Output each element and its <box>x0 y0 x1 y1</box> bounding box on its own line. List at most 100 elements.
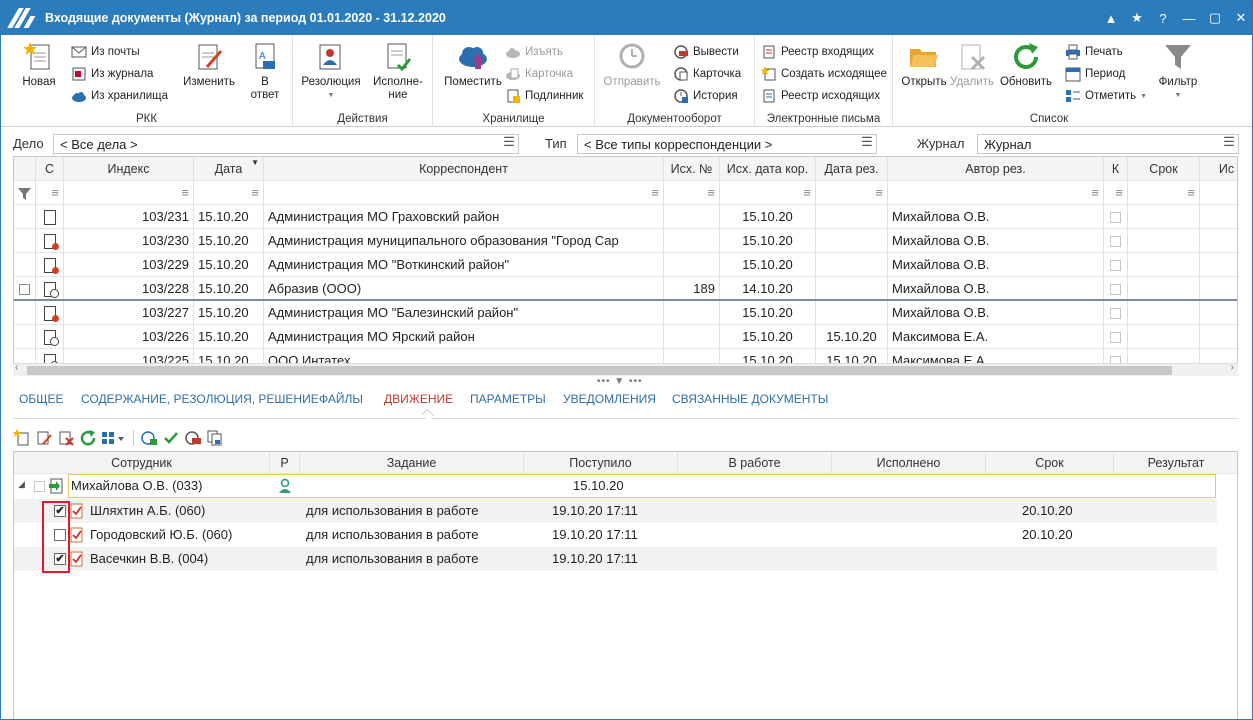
table-row[interactable]: 103/230 15.10.20 Администрация муниципальн… <box>14 229 1237 253</box>
filter-cell-date[interactable]: ≡ <box>194 181 264 204</box>
col-r[interactable]: Р <box>270 452 300 473</box>
type-select[interactable]: < Все типы корреспонденции > <box>577 134 877 154</box>
filter-row-funnel-icon[interactable] <box>14 181 36 204</box>
copy-task-icon[interactable] <box>206 429 224 447</box>
withdraw-button[interactable]: Вывести <box>673 43 739 61</box>
filter-cell-out-date[interactable]: ≡ <box>720 181 816 204</box>
filter-cell-executor[interactable]: ≡ <box>1200 181 1237 204</box>
table-row[interactable]: 103/229 15.10.20 Администрация МО "Воткинс… <box>14 253 1237 277</box>
k-checkbox[interactable] <box>1110 260 1121 272</box>
filter-cell-status[interactable]: ≡ <box>36 181 64 204</box>
filter-cell-res-date[interactable]: ≡ <box>816 181 888 204</box>
k-checkbox[interactable] <box>1110 308 1121 320</box>
type-menu-icon[interactable]: ☰ <box>858 134 876 154</box>
col-result[interactable]: Результат <box>1114 452 1237 473</box>
col-date[interactable]: Дата ▼ <box>194 157 264 180</box>
k-checkbox[interactable] <box>1110 212 1121 224</box>
list-item[interactable]: ✔ Шляхтин А.Б. (060) для использования в р… <box>14 499 1217 523</box>
help-icon[interactable]: ? <box>1150 1 1176 35</box>
parent-checkbox[interactable] <box>34 481 45 492</box>
new-button[interactable]: Новая <box>19 41 59 89</box>
edit-button[interactable]: Изменить <box>181 41 237 89</box>
table-row[interactable]: 103/226 15.10.20 Администрация МО Ярский р… <box>14 325 1237 349</box>
k-checkbox[interactable] <box>1110 236 1121 248</box>
col-out-no[interactable]: Исх. № <box>664 157 720 180</box>
scroll-left-icon[interactable]: ‹ <box>15 362 18 373</box>
delete-task-icon[interactable] <box>57 429 75 447</box>
col-res-date[interactable]: Дата рез. <box>816 157 888 180</box>
col-status[interactable]: С <box>36 157 64 180</box>
open-button[interactable]: Открыть <box>899 41 949 89</box>
favorite-icon[interactable]: ★ <box>1124 1 1150 35</box>
delete-button[interactable]: Удалить <box>949 41 995 89</box>
registry-out-button[interactable]: Реестр исходящих <box>761 87 880 105</box>
view-mode-icon[interactable] <box>101 429 127 447</box>
resolution-button[interactable]: Резолюция ▼ <box>299 41 363 102</box>
registry-in-button[interactable]: Реестр входящих <box>761 43 874 61</box>
col-received[interactable]: Поступило <box>524 452 678 473</box>
panel-splitter-handle[interactable]: ••• ▼ ••• <box>597 376 642 387</box>
col-correspondent[interactable]: Корреспондент <box>264 157 664 180</box>
place-button[interactable]: Поместить <box>441 41 505 89</box>
add-task-icon[interactable] <box>13 429 31 447</box>
movement-parent-row[interactable]: ◢ Михайлова О.В. (033) 15.10.20 <box>14 474 1237 499</box>
table-row[interactable]: 103/231 15.10.20 Администрация МО Граховск… <box>14 205 1237 229</box>
to-answer-button[interactable]: A В ответ <box>247 41 283 102</box>
tab-content[interactable]: СОДЕРЖАНИЕ, РЕЗОЛЮЦИЯ, РЕШЕНИЕ <box>81 392 319 406</box>
mark-button[interactable]: Отметить ▼ <box>1065 87 1147 105</box>
filter-button[interactable]: Фильтр ▼ <box>1155 41 1201 102</box>
minimize-button[interactable]: — <box>1176 1 1202 35</box>
execute-task-check-icon[interactable] <box>162 429 180 447</box>
filter-cell-out-no[interactable]: ≡ <box>664 181 720 204</box>
from-mail-button[interactable]: Из почты <box>71 43 140 61</box>
collapse-ribbon-icon[interactable]: ▲ <box>1098 1 1124 35</box>
tab-parameters[interactable]: ПАРАМЕТРЫ <box>470 392 546 406</box>
tab-notifications[interactable]: УВЕДОМЛЕНИЯ <box>563 392 656 406</box>
case-menu-icon[interactable]: ☰ <box>500 134 518 154</box>
col-executor[interactable]: Ис <box>1200 157 1237 180</box>
filter-cell-index[interactable]: ≡ <box>64 181 194 204</box>
from-journal-button[interactable]: Из журнала <box>71 65 153 83</box>
maximize-button[interactable]: ▢ <box>1202 1 1228 35</box>
print-button[interactable]: Печать <box>1065 43 1123 61</box>
extract-button[interactable]: Изъять <box>505 43 563 61</box>
col-mv-deadline[interactable]: Срок <box>986 452 1114 473</box>
row-checkbox[interactable] <box>19 284 30 296</box>
col-in-work[interactable]: В работе <box>678 452 832 473</box>
col-executed[interactable]: Исполнено <box>832 452 986 473</box>
col-employee[interactable]: Сотрудник <box>14 452 270 473</box>
horizontal-scrollbar[interactable]: ‹ › <box>13 362 1238 376</box>
refresh-tasks-icon[interactable] <box>79 429 97 447</box>
close-button[interactable]: ✕ <box>1228 1 1252 35</box>
journal-menu-icon[interactable]: ☰ <box>1220 134 1238 154</box>
tab-related-documents[interactable]: СВЯЗАННЫЕ ДОКУМЕНТЫ <box>672 392 828 406</box>
col-deadline[interactable]: Срок <box>1128 157 1200 180</box>
table-row[interactable]: 103/228 15.10.20 Абразив (ООО) 189 14.10.20 М… <box>14 277 1237 301</box>
filter-cell-k[interactable]: ≡ <box>1104 181 1128 204</box>
history-button[interactable]: История <box>673 87 738 105</box>
from-storage-button[interactable]: Из хранилища <box>71 87 168 105</box>
k-checkbox[interactable] <box>1110 284 1121 296</box>
send-button[interactable]: Отправить <box>601 41 663 89</box>
edit-task-icon[interactable] <box>35 429 53 447</box>
col-k[interactable]: К <box>1104 157 1128 180</box>
create-out-button[interactable]: Создать исходящее <box>761 65 887 83</box>
table-row[interactable]: 103/227 15.10.20 Администрация МО "Балезин… <box>14 301 1237 325</box>
withdraw-task-icon[interactable] <box>184 429 202 447</box>
storage-card-button[interactable]: Карточка <box>505 65 573 83</box>
execution-button[interactable]: Исполне- ние <box>369 41 427 102</box>
refresh-button[interactable]: Обновить <box>997 41 1055 89</box>
tab-general[interactable]: ОБЩЕЕ <box>19 392 63 406</box>
original-button[interactable]: Подлинник <box>505 87 583 105</box>
tree-collapse-icon[interactable]: ◢ <box>18 479 25 490</box>
scroll-right-icon[interactable]: › <box>1231 362 1234 373</box>
filter-cell-author[interactable]: ≡ <box>888 181 1104 204</box>
col-out-date[interactable]: Исх. дата кор. <box>720 157 816 180</box>
case-select[interactable]: < Все дела > <box>53 134 519 154</box>
k-checkbox[interactable] <box>1110 332 1121 344</box>
journal-select[interactable]: Журнал <box>977 134 1239 154</box>
list-item[interactable]: Городовский Ю.Б. (060) для использования … <box>14 523 1217 547</box>
period-button[interactable]: Период <box>1065 65 1125 83</box>
tab-movement[interactable]: ДВИЖЕНИЕ <box>384 392 453 406</box>
col-task[interactable]: Задание <box>300 452 524 473</box>
